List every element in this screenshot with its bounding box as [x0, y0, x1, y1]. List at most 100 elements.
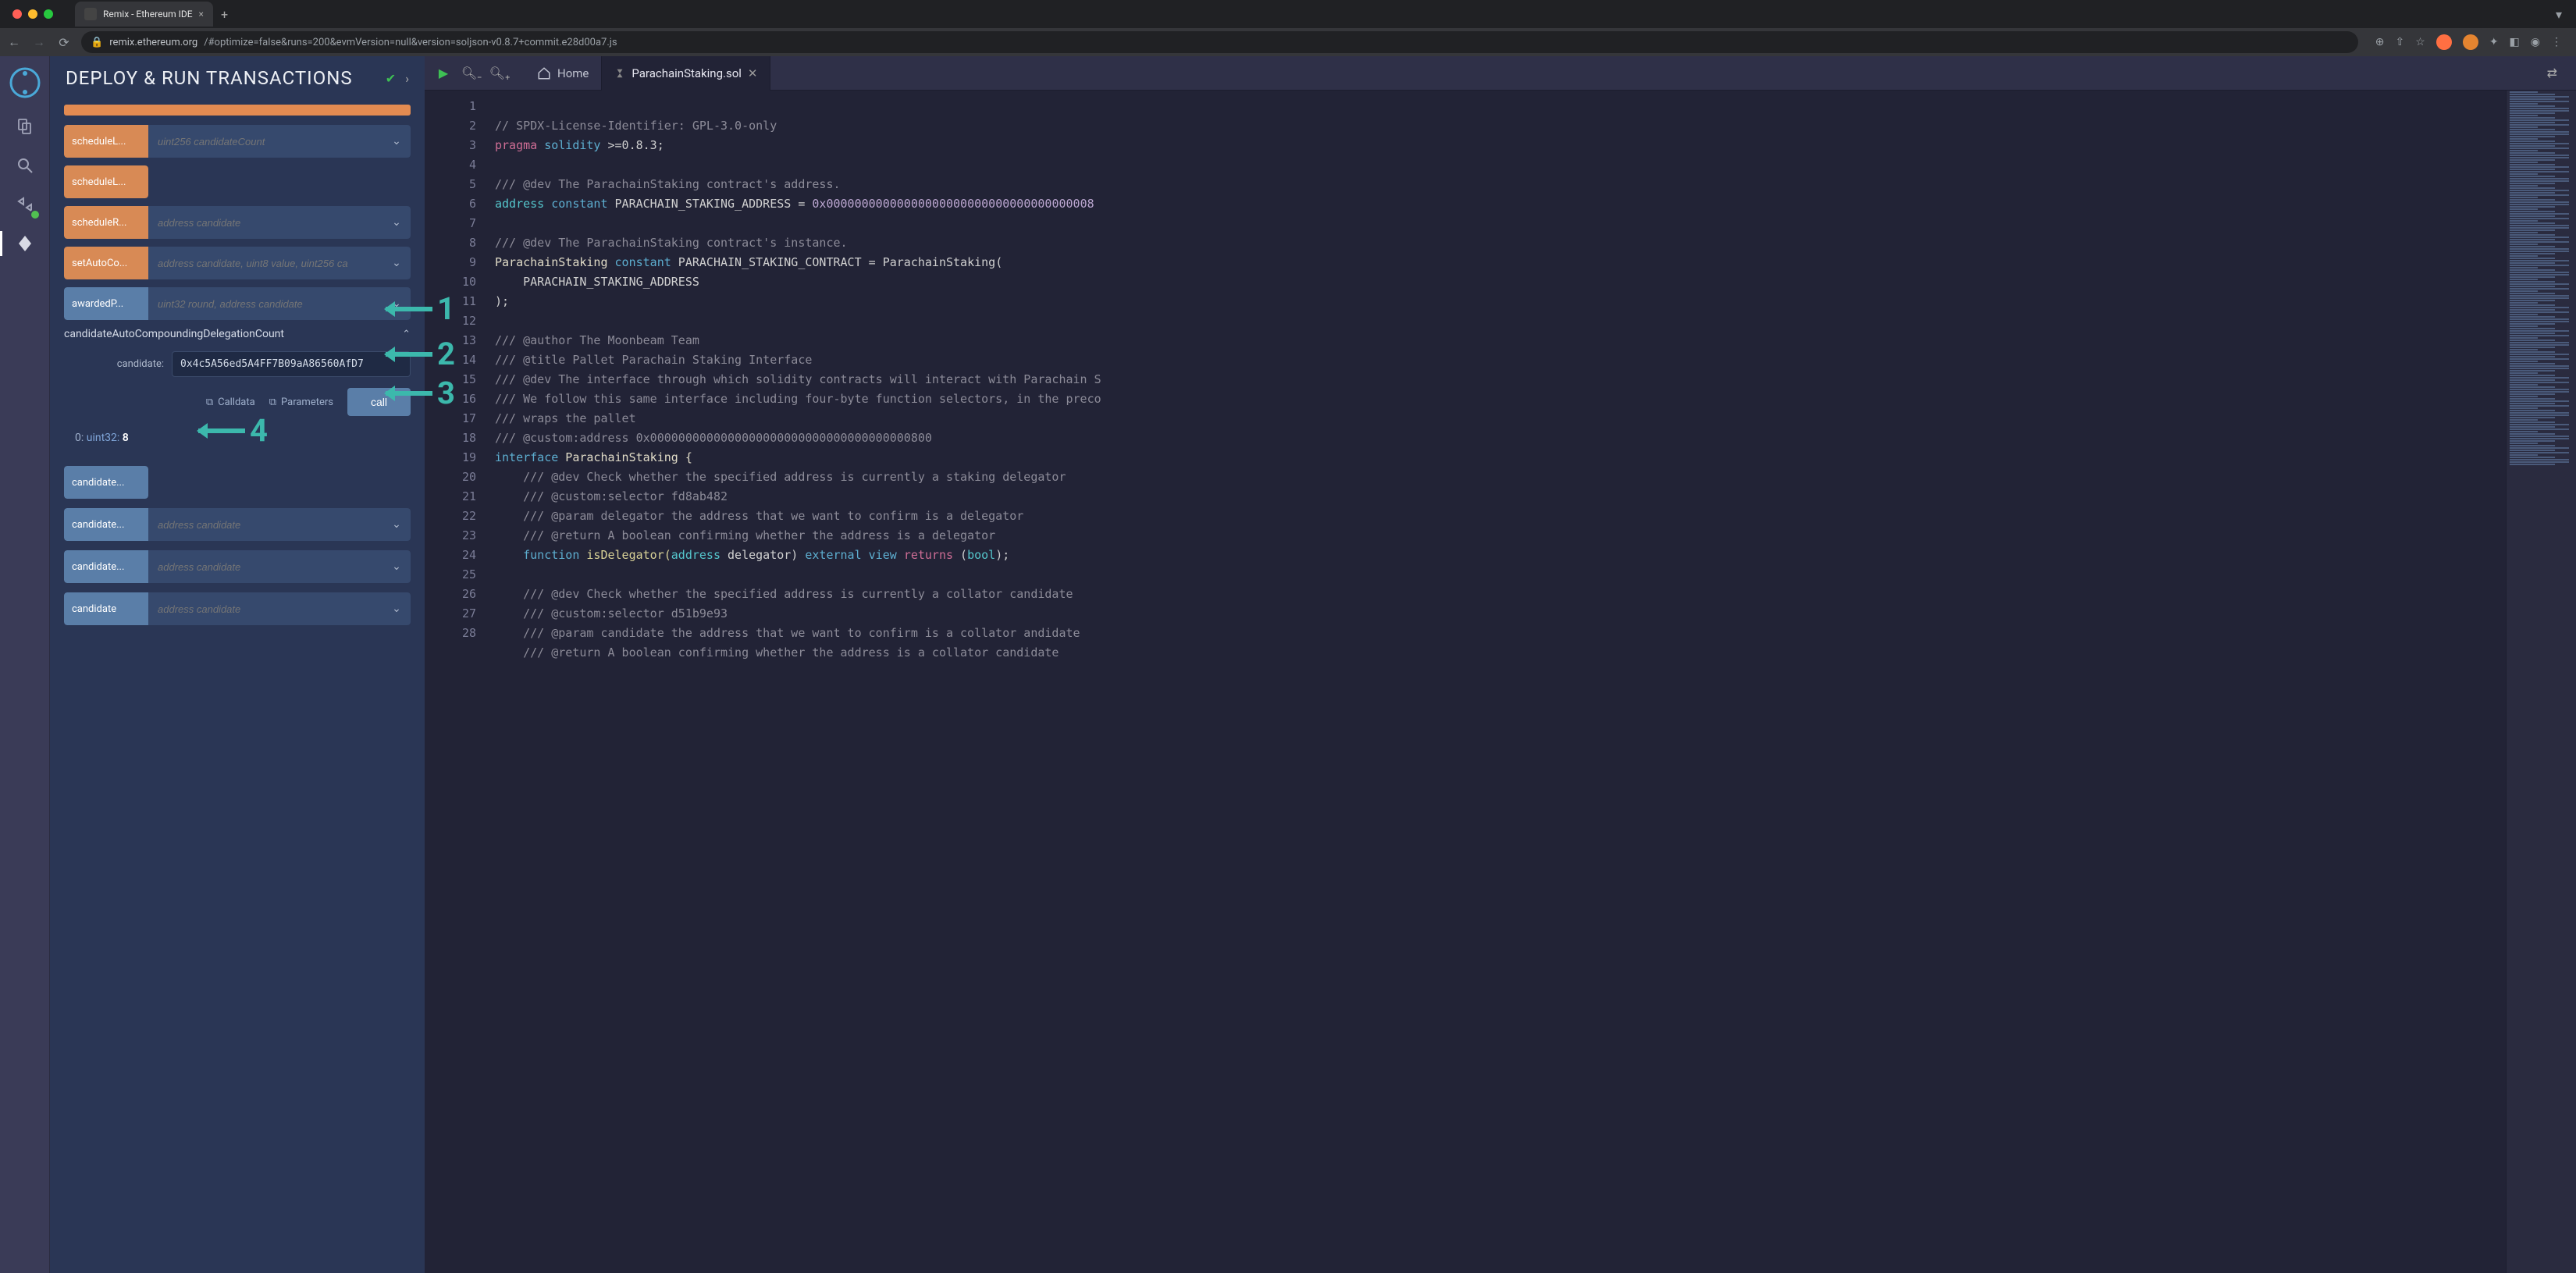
tab-file[interactable]: ParachainStaking.sol ✕: [602, 56, 770, 91]
function-row: candidate... ⌄: [64, 550, 411, 583]
editor-area: ▶ 🔍︎₋ 🔍︎₊ Home ParachainStaking.sol ✕ ⇄ …: [425, 56, 2576, 1273]
solidity-icon: [614, 68, 625, 79]
success-check-icon: ✔: [386, 71, 396, 86]
url-path: /#optimize=false&runs=200&evmVersion=nul…: [204, 37, 617, 48]
maximize-window-icon[interactable]: [44, 9, 53, 19]
browser-tab[interactable]: Remix - Ethereum IDE ×: [75, 2, 213, 27]
function-row: awardedP... ⌄: [64, 287, 411, 320]
menu-icon[interactable]: ⋮: [2551, 36, 2562, 48]
remix-logo-icon[interactable]: [8, 66, 42, 100]
fn-awarded-button[interactable]: awardedP...: [64, 287, 148, 320]
iconbar: [0, 56, 50, 1273]
close-window-icon[interactable]: [12, 9, 22, 19]
annotation-4: 4: [198, 412, 268, 449]
browser-toolbar-icons: ⊕ ⇧ ☆ ✦ ◧ ◉ ⋮: [2368, 34, 2570, 50]
lock-icon: 🔒: [91, 37, 103, 48]
fn-candidate3-button[interactable]: candidate...: [64, 550, 148, 583]
expand-icon[interactable]: ⌄: [382, 508, 411, 541]
reload-button[interactable]: ⟳: [56, 35, 72, 50]
copy-calldata-button[interactable]: ⧉Calldata: [206, 396, 255, 408]
fn-candidate2-button[interactable]: candidate...: [64, 508, 148, 541]
fn-awarded-input[interactable]: [148, 287, 382, 320]
fn-candidate3-input[interactable]: [148, 550, 382, 583]
deploy-icon[interactable]: [12, 231, 37, 256]
result-type: uint32:: [87, 432, 120, 444]
home-icon: [537, 66, 551, 80]
tab-close-icon[interactable]: ×: [199, 9, 204, 20]
expand-icon[interactable]: ⌄: [382, 592, 411, 625]
fn-candidate4-button[interactable]: candidate: [64, 592, 148, 625]
deploy-panel: DEPLOY & RUN TRANSACTIONS ✔ › scheduleL.…: [50, 56, 425, 1273]
share-icon[interactable]: ⇧: [2396, 36, 2405, 48]
fn-scheduleR-input[interactable]: [148, 206, 382, 239]
expand-icon[interactable]: ⌄: [382, 206, 411, 239]
fn-candidate2-input[interactable]: [148, 508, 382, 541]
search-icon[interactable]: [12, 153, 37, 178]
tab-home[interactable]: Home: [525, 56, 602, 91]
close-tab-icon[interactable]: ✕: [748, 66, 758, 80]
code-body[interactable]: // SPDX-License-Identifier: GPL-3.0-only…: [487, 91, 2506, 1273]
zoom-icon[interactable]: ⊕: [2375, 36, 2385, 48]
expanded-header: candidateAutoCompoundingDelegationCount …: [64, 328, 411, 340]
function-row: scheduleL...: [64, 165, 148, 198]
swap-icon[interactable]: ⇄: [2547, 66, 2557, 80]
fn-candidate4-input[interactable]: [148, 592, 382, 625]
function-row: candidate...: [64, 466, 148, 499]
bookmark-icon[interactable]: ☆: [2415, 36, 2425, 48]
editor-content: 1234567891011121314151617181920212223242…: [425, 91, 2576, 1273]
nav-bar: ← → ⟳ 🔒 remix.ethereum.org/#optimize=fal…: [0, 28, 2576, 56]
window-controls: [6, 9, 59, 19]
fn-scheduleL1-button[interactable]: scheduleL...: [64, 125, 148, 158]
next-icon[interactable]: ›: [405, 71, 409, 86]
tab-favicon-icon: [84, 8, 97, 20]
profile-icon[interactable]: ◉: [2531, 36, 2540, 48]
param-label: candidate:: [64, 358, 164, 370]
annotation-3: 3: [386, 375, 455, 411]
zoom-out-icon[interactable]: 🔍︎₋: [461, 66, 482, 80]
tab-home-label: Home: [557, 66, 589, 80]
line-gutter: 1234567891011121314151617181920212223242…: [425, 91, 487, 1273]
code-line: // SPDX-License-Identifier: GPL-3.0-only: [495, 119, 777, 133]
section-divider: [64, 105, 411, 116]
extension-icon[interactable]: [2436, 34, 2452, 50]
back-button[interactable]: ←: [6, 34, 22, 50]
expand-icon[interactable]: ⌄: [382, 125, 411, 158]
panel-header: DEPLOY & RUN TRANSACTIONS ✔ ›: [50, 56, 425, 100]
expand-icon[interactable]: ⌄: [382, 550, 411, 583]
file-explorer-icon[interactable]: [12, 114, 37, 139]
sidepanel-icon[interactable]: ◧: [2510, 36, 2520, 48]
editor-tabs: Home ParachainStaking.sol ✕: [525, 56, 770, 91]
candidate-input[interactable]: [172, 351, 411, 377]
function-row: candidate ⌄: [64, 592, 411, 625]
zoom-in-icon[interactable]: 🔍︎₊: [489, 66, 511, 80]
param-row: candidate:: [64, 351, 411, 377]
clipboard-icon: ⧉: [206, 396, 213, 408]
expand-icon[interactable]: ⌄: [382, 247, 411, 279]
minimap[interactable]: [2506, 91, 2576, 1273]
extensions-icon[interactable]: ✦: [2489, 36, 2499, 48]
metamask-icon[interactable]: [2463, 34, 2478, 50]
fn-setAuto-button[interactable]: setAutoCo...: [64, 247, 148, 279]
minimize-window-icon[interactable]: [28, 9, 37, 19]
run-icon[interactable]: ▶: [432, 66, 454, 80]
panel-title: DEPLOY & RUN TRANSACTIONS: [66, 67, 376, 89]
compiler-success-badge: [30, 209, 41, 220]
function-row: scheduleR... ⌄: [64, 206, 411, 239]
editor-toolbar: ▶ 🔍︎₋ 🔍︎₊ Home ParachainStaking.sol ✕ ⇄: [425, 56, 2576, 91]
function-row: setAutoCo... ⌄: [64, 247, 411, 279]
address-bar[interactable]: 🔒 remix.ethereum.org/#optimize=false&run…: [81, 31, 2358, 53]
fn-scheduleL1-input[interactable]: [148, 125, 382, 158]
compiler-icon[interactable]: [12, 192, 37, 217]
copy-parameters-button[interactable]: ⧉Parameters: [269, 396, 333, 408]
tab-title: Remix - Ethereum IDE: [103, 9, 193, 20]
fn-candidate1-button[interactable]: candidate...: [64, 466, 148, 499]
fn-setAuto-input[interactable]: [148, 247, 382, 279]
new-tab-button[interactable]: +: [213, 7, 236, 22]
fn-scheduleL2-button[interactable]: scheduleL...: [64, 165, 148, 198]
tabs-dropdown-icon[interactable]: ▾: [2548, 7, 2570, 22]
panel-body: scheduleL... ⌄ scheduleL... scheduleR...…: [50, 100, 425, 1273]
expanded-fn-name: candidateAutoCompoundingDelegationCount: [64, 328, 284, 340]
fn-scheduleR-button[interactable]: scheduleR...: [64, 206, 148, 239]
clipboard-icon: ⧉: [269, 396, 276, 408]
blue-functions: candidate... candidate... ⌄ candidate...…: [64, 466, 411, 625]
